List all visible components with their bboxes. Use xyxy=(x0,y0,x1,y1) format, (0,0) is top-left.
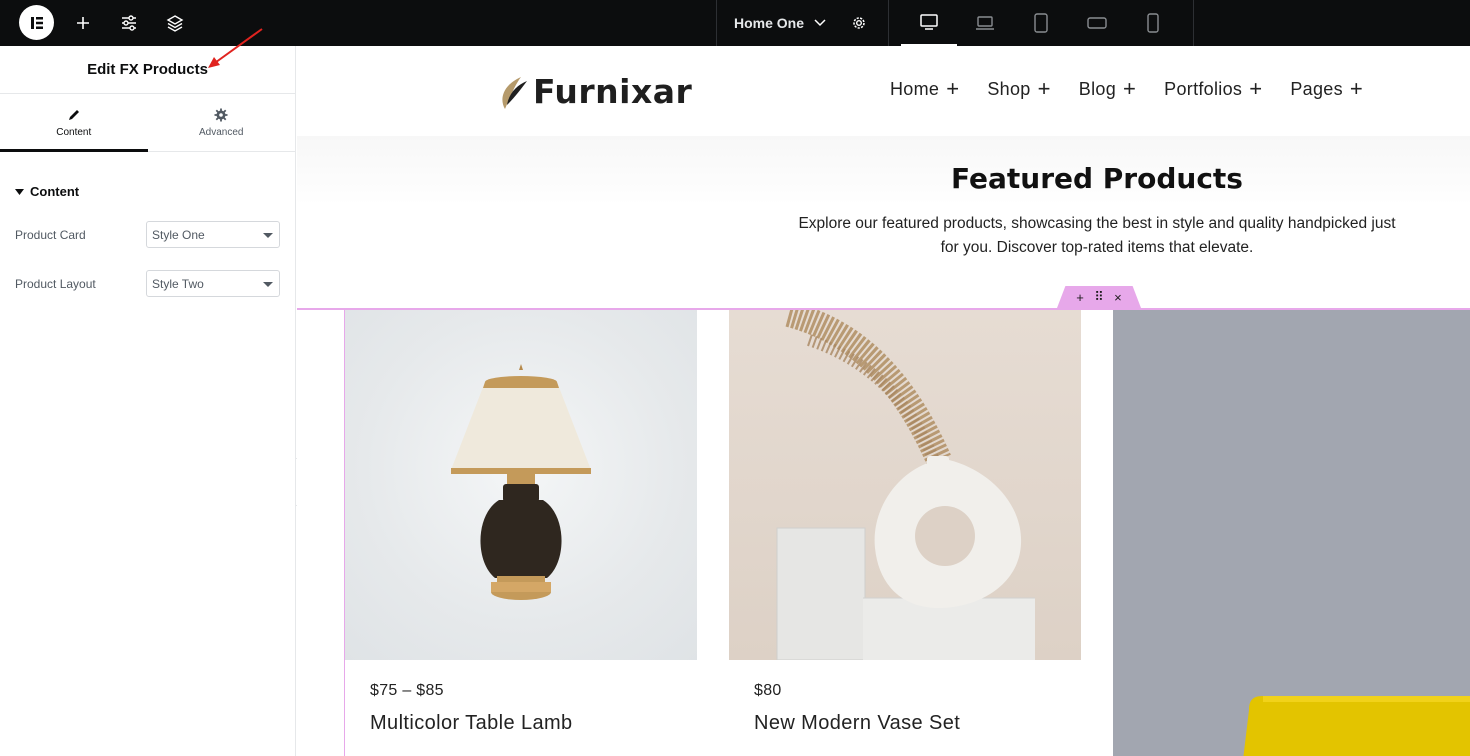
section-toggle[interactable]: Content xyxy=(15,184,280,199)
product-card[interactable]: $80 New Modern Vase Set xyxy=(729,310,1081,735)
nav-label: Shop xyxy=(987,78,1031,99)
site-header: Furnixar Home + Shop + Blog + Portfolios + P… xyxy=(297,46,1470,136)
plus-icon: + xyxy=(1349,76,1364,101)
tab-content[interactable]: Content xyxy=(0,94,148,152)
product-name[interactable]: New Modern Vase Set xyxy=(729,712,1081,735)
leaf-logo-icon xyxy=(502,76,527,109)
product-layout-select[interactable]: Style Two xyxy=(146,270,280,297)
add-element-button[interactable] xyxy=(72,12,94,34)
modern-vase-image xyxy=(776,310,1035,660)
control-label: Product Card xyxy=(15,227,86,242)
panel-title: Edit FX Products xyxy=(87,61,208,78)
nav-label: Blog xyxy=(1078,78,1117,99)
close-icon[interactable]: × xyxy=(1114,290,1122,305)
panel-tabs: Content Advanced xyxy=(0,94,295,152)
preview-canvas: Furnixar Home + Shop + Blog + Portfolios + P… xyxy=(297,46,1470,756)
featured-description: Explore our featured products, showcasin… xyxy=(798,215,1396,256)
select-value: Style One xyxy=(152,227,205,242)
sliders-icon xyxy=(122,15,136,31)
tablet-landscape-icon xyxy=(1087,17,1107,29)
nav-item-home[interactable]: Home + xyxy=(890,78,959,100)
plus-icon: + xyxy=(1037,76,1051,101)
product-card-select[interactable]: Style One xyxy=(146,221,280,248)
plus-icon: + xyxy=(1123,76,1137,101)
desktop-mode-button[interactable] xyxy=(901,0,957,46)
caret-down-icon xyxy=(15,188,24,195)
tab-advanced[interactable]: Advanced xyxy=(148,94,296,151)
brand-name: Furnixar xyxy=(533,72,693,111)
featured-section: Featured Products Explore our featured p… xyxy=(297,136,1470,310)
section-handle: + ⠿ × xyxy=(1057,286,1141,308)
product-image[interactable] xyxy=(1113,310,1470,756)
desktop-icon xyxy=(920,14,938,30)
red-arrow-icon xyxy=(208,28,263,68)
tablet-landscape-mode-button[interactable] xyxy=(1069,0,1125,46)
content-section: Content Product Card Style One Product L… xyxy=(0,152,295,297)
gear-icon xyxy=(214,108,228,121)
elementor-logo-button[interactable] xyxy=(19,5,54,40)
caret-down-icon xyxy=(263,282,273,287)
product-image[interactable] xyxy=(729,310,1081,660)
add-section-icon[interactable]: + xyxy=(1076,290,1084,305)
structure-button[interactable] xyxy=(164,12,186,34)
laptop-icon xyxy=(976,16,994,30)
product-image[interactable] xyxy=(345,310,697,660)
laptop-mode-button[interactable] xyxy=(957,0,1013,46)
product-card[interactable] xyxy=(1113,310,1470,756)
nav-label: Home xyxy=(890,78,940,99)
select-value: Style Two xyxy=(152,276,204,291)
product-layout-control: Product Layout Style Two xyxy=(15,270,280,297)
tab-content-label: Content xyxy=(56,126,92,138)
layers-icon xyxy=(166,15,184,32)
plus-icon: + xyxy=(1249,76,1263,101)
nav-label: Portfolios xyxy=(1164,78,1243,99)
topbar-divider xyxy=(1193,0,1194,46)
mobile-mode-button[interactable] xyxy=(1125,0,1181,46)
tablet-icon xyxy=(1034,13,1048,33)
nav-label: Pages xyxy=(1290,78,1343,99)
editor-panel: Edit FX Products Content Advanced Conten xyxy=(0,28,296,756)
product-name[interactable]: Multicolor Table Lamb xyxy=(345,712,697,735)
site-logo[interactable]: Furnixar xyxy=(497,72,692,111)
page-name: Home One xyxy=(734,15,805,31)
control-label: Product Layout xyxy=(15,276,96,291)
nav-item-pages[interactable]: Pages + xyxy=(1290,78,1363,100)
gear-icon xyxy=(853,17,865,29)
product-card[interactable]: $75 – $85 Multicolor Table Lamb xyxy=(345,310,697,735)
drag-handle-icon[interactable]: ⠿ xyxy=(1094,289,1104,305)
nav-item-portfolios[interactable]: Portfolios + xyxy=(1164,78,1262,100)
site-settings-button[interactable] xyxy=(118,12,140,34)
nav-item-blog[interactable]: Blog + xyxy=(1079,78,1136,100)
product-price: $80 xyxy=(754,682,782,699)
tablet-mode-button[interactable] xyxy=(1013,0,1069,46)
plus-icon xyxy=(77,17,89,29)
table-lamp-image xyxy=(451,364,591,600)
elementor-logo-icon xyxy=(30,16,43,29)
caret-down-icon xyxy=(263,233,273,238)
yellow-chair-image xyxy=(1243,696,1470,756)
section-title: Content xyxy=(30,184,80,199)
plus-icon: + xyxy=(946,76,960,101)
page-settings-button[interactable] xyxy=(848,12,870,34)
featured-title: Featured Products xyxy=(951,162,1243,195)
product-price: $75 – $85 xyxy=(370,682,444,699)
pencil-icon xyxy=(68,109,79,120)
mobile-icon xyxy=(1147,13,1159,33)
nav-item-shop[interactable]: Shop + xyxy=(987,78,1050,100)
tab-advanced-label: Advanced xyxy=(199,126,244,138)
chevron-down-icon xyxy=(814,19,826,27)
main-nav: Home + Shop + Blog + Portfolios + Pages + xyxy=(890,78,1391,100)
product-card-control: Product Card Style One xyxy=(15,221,280,248)
